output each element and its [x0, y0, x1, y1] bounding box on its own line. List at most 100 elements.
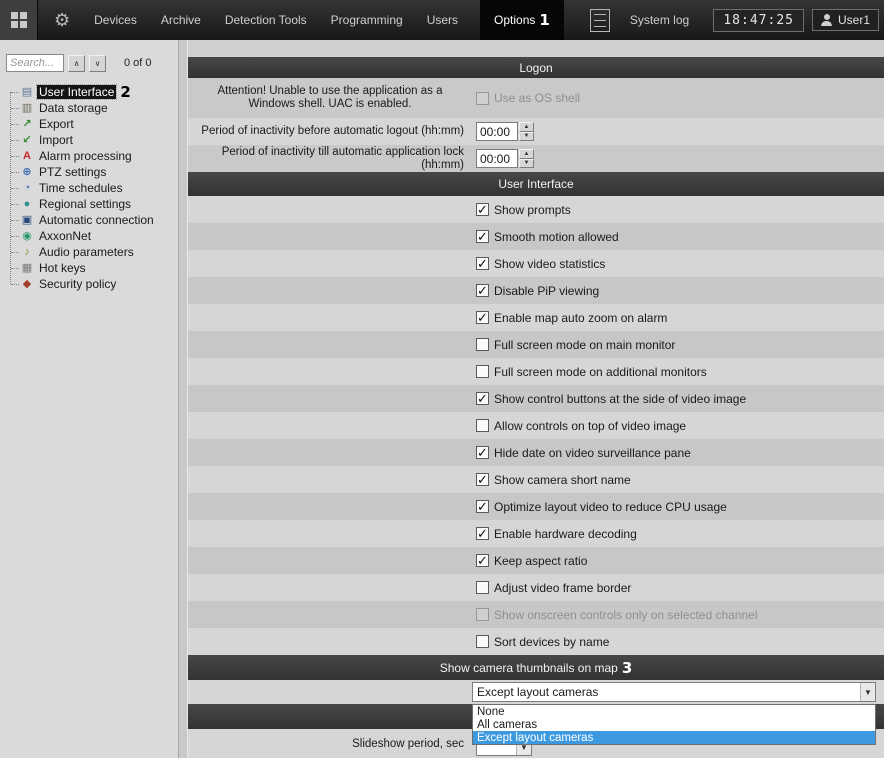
sidebar-item-ptz-settings[interactable]: PTZ settings: [8, 164, 178, 180]
settings-row: Full screen mode on main monitor: [188, 331, 884, 358]
checkbox[interactable]: [476, 527, 489, 540]
menu-users[interactable]: Users: [427, 13, 458, 27]
dropdown-option-all-cameras[interactable]: All cameras: [473, 718, 875, 731]
checkbox[interactable]: [476, 608, 489, 621]
menu-programming[interactable]: Programming: [331, 13, 403, 27]
checkbox-label: Show camera short name: [494, 473, 631, 487]
logout-period-spinner: 00:00 ▲ ▼: [476, 122, 534, 141]
settings-row: Except layout cameras ▼: [188, 680, 884, 704]
connection-icon: [20, 214, 34, 227]
settings-row: Show camera short name: [188, 466, 884, 493]
search-row: ∧ ∨ 0 of 0: [0, 54, 178, 72]
checkbox[interactable]: [476, 446, 489, 459]
thumbnails-dropdown[interactable]: Except layout cameras ▼: [472, 682, 876, 702]
spinner-down-button[interactable]: ▼: [519, 159, 534, 169]
checkbox[interactable]: [476, 554, 489, 567]
lock-period-spinner: 00:00 ▲ ▼: [476, 149, 534, 168]
sidebar-item-export[interactable]: Export: [8, 116, 178, 132]
menu-devices[interactable]: Devices: [94, 13, 137, 27]
section-title: User Interface: [498, 177, 573, 191]
spinner-up-button[interactable]: ▲: [519, 149, 534, 159]
sidebar-item-label: User Interface: [37, 85, 116, 99]
sidebar-item-automatic-connection[interactable]: Automatic connection: [8, 212, 178, 228]
checkbox-label: Keep aspect ratio: [494, 554, 587, 568]
menu-archive[interactable]: Archive: [161, 13, 201, 27]
checkbox[interactable]: [476, 257, 489, 270]
os-shell-checkbox[interactable]: [476, 92, 489, 105]
sidebar-item-label: AxxonNet: [37, 229, 93, 243]
current-user-button[interactable]: User1: [812, 9, 879, 31]
checkbox[interactable]: [476, 230, 489, 243]
checkbox-label: Full screen mode on additional monitors: [494, 365, 707, 379]
sidebar-item-label: Security policy: [37, 277, 118, 291]
settings-row: Period of inactivity till automatic appl…: [188, 145, 884, 172]
search-result-count: 0 of 0: [124, 57, 152, 69]
section-header-logon: Logon: [188, 57, 884, 78]
checkbox-label: Show control buttons at the side of vide…: [494, 392, 746, 406]
checkbox[interactable]: [476, 365, 489, 378]
lock-period-label: Period of inactivity till automatic appl…: [188, 146, 472, 172]
checkbox-label: Disable PiP viewing: [494, 284, 599, 298]
checkbox[interactable]: [476, 284, 489, 297]
checkbox[interactable]: [476, 419, 489, 432]
sidebar-item-time-schedules[interactable]: Time schedules: [8, 180, 178, 196]
search-next-button[interactable]: ∨: [89, 55, 106, 72]
checkbox-label: Use as OS shell: [494, 91, 580, 105]
menu-options[interactable]: Options 1: [480, 0, 564, 40]
chevron-down-icon[interactable]: ▼: [860, 683, 875, 701]
menu-system-log[interactable]: System log: [630, 13, 689, 27]
settings-row: Period of inactivity before automatic lo…: [188, 118, 884, 145]
monitor-icon: [20, 86, 34, 99]
checkbox[interactable]: [476, 500, 489, 513]
sidebar-item-alarm-processing[interactable]: Alarm processing: [8, 148, 178, 164]
os-shell-control: Use as OS shell: [472, 91, 884, 105]
top-menubar: ⚙ Devices Archive Detection Tools Progra…: [0, 0, 884, 40]
gear-icon[interactable]: ⚙: [54, 10, 70, 31]
options-tree: User Interface 2 Data storage Export Imp…: [8, 84, 178, 292]
sidebar-item-regional-settings[interactable]: Regional settings: [8, 196, 178, 212]
annotation-1: 1: [539, 11, 549, 29]
sidebar-item-user-interface[interactable]: User Interface 2: [8, 84, 178, 100]
dropdown-option-except-layout-cameras[interactable]: Except layout cameras: [473, 731, 875, 744]
options-sidebar: ∧ ∨ 0 of 0 User Interface 2 Data storage…: [0, 40, 178, 758]
sidebar-item-axxonnet[interactable]: AxxonNet: [8, 228, 178, 244]
search-prev-button[interactable]: ∧: [68, 55, 85, 72]
sidebar-item-label: Alarm processing: [37, 149, 134, 163]
checkbox-label: Optimize layout video to reduce CPU usag…: [494, 500, 727, 514]
sidebar-item-audio-parameters[interactable]: Audio parameters: [8, 244, 178, 260]
logout-period-value[interactable]: 00:00: [476, 122, 518, 141]
checkbox[interactable]: [476, 392, 489, 405]
dropdown-option-none[interactable]: None: [473, 705, 875, 718]
checkbox[interactable]: [476, 338, 489, 351]
search-input[interactable]: [6, 54, 64, 72]
checkbox[interactable]: [476, 203, 489, 216]
menu-detection-tools[interactable]: Detection Tools: [225, 13, 307, 27]
checkbox-label: Show prompts: [494, 203, 571, 217]
sidebar-item-security-policy[interactable]: Security policy: [8, 276, 178, 292]
settings-row: Sort devices by name: [188, 628, 884, 655]
checkbox-label: Enable hardware decoding: [494, 527, 637, 541]
sidebar-item-data-storage[interactable]: Data storage: [8, 100, 178, 116]
sidebar-item-import[interactable]: Import: [8, 132, 178, 148]
sidebar-item-label: Data storage: [37, 101, 110, 115]
lock-period-value[interactable]: 00:00: [476, 149, 518, 168]
system-log-icon[interactable]: [590, 9, 610, 32]
ptz-crosshair-icon: [20, 166, 34, 179]
sidebar-item-label: Automatic connection: [37, 213, 156, 227]
checkbox-label: Show onscreen controls only on selected …: [494, 608, 758, 622]
sidebar-item-label: Regional settings: [37, 197, 133, 211]
apps-grid-button[interactable]: [0, 0, 38, 40]
checkbox[interactable]: [476, 311, 489, 324]
settings-row: Show control buttons at the side of vide…: [188, 385, 884, 412]
spinner-up-button[interactable]: ▲: [519, 122, 534, 132]
sidebar-item-hot-keys[interactable]: Hot keys: [8, 260, 178, 276]
section-title: Show camera thumbnails on map: [440, 661, 618, 675]
globe-icon: [20, 198, 34, 211]
checkbox[interactable]: [476, 635, 489, 648]
checkbox[interactable]: [476, 581, 489, 594]
checkbox[interactable]: [476, 473, 489, 486]
sidebar-splitter[interactable]: [178, 40, 188, 758]
settings-row: Show onscreen controls only on selected …: [188, 601, 884, 628]
keyboard-icon: [20, 262, 34, 275]
spinner-down-button[interactable]: ▼: [519, 132, 534, 142]
